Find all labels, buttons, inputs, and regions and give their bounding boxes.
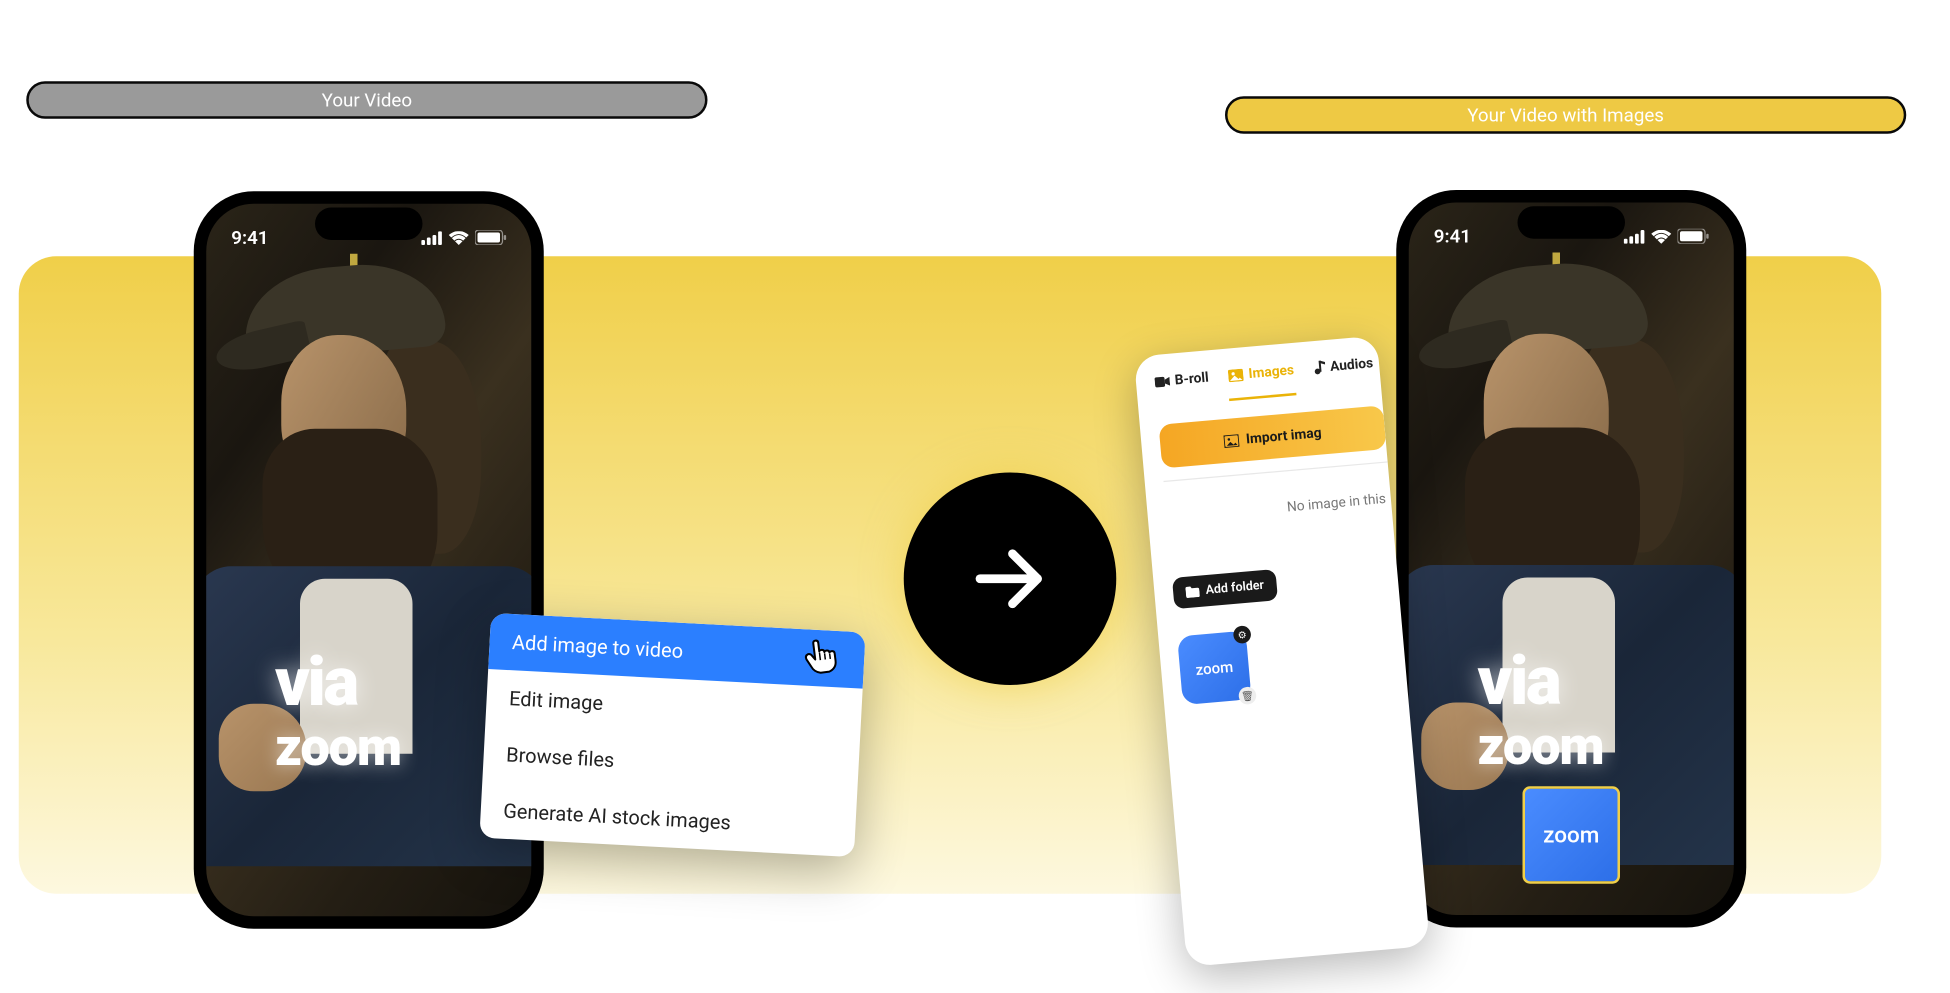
panel-tabs: B-roll Images Audios — [1154, 354, 1380, 390]
folder-plus-icon — [1185, 586, 1200, 598]
import-images-button[interactable]: Import imag — [1159, 405, 1387, 468]
overlay-text-zoom: zoom — [275, 718, 401, 779]
phone-right: 9:41 via zoom zoom — [1396, 190, 1746, 928]
menu-item-label: Browse files — [506, 743, 615, 772]
image-icon — [1228, 368, 1244, 382]
label-left-text: Your Video — [322, 89, 412, 112]
phone-screen-right: 9:41 via zoom zoom — [1409, 203, 1734, 916]
label-right-text: Your Video with Images — [1467, 104, 1664, 127]
zoom-app-label: zoom — [1195, 657, 1234, 678]
tab-audios-label: Audios — [1329, 355, 1373, 375]
zoom-logo-overlay: zoom — [1523, 786, 1621, 884]
add-folder-button[interactable]: Add folder — [1172, 569, 1278, 609]
tab-images-label: Images — [1248, 362, 1295, 382]
context-menu: Add image to video Edit image Browse fil… — [479, 613, 865, 857]
tab-audios[interactable]: Audios — [1313, 355, 1374, 376]
arrow-circle — [904, 473, 1117, 686]
battery-icon — [475, 230, 506, 245]
overlay-text-zoom: zoom — [1478, 716, 1604, 777]
trash-icon[interactable]: 🗑 — [1238, 686, 1257, 705]
menu-item-label: Generate AI stock images — [503, 799, 732, 835]
tab-underline — [1229, 393, 1296, 401]
zoom-app-thumbnail[interactable]: zoom ⚙ 🗑 — [1177, 631, 1251, 705]
phone-notch — [315, 208, 423, 241]
audio-icon — [1313, 360, 1325, 375]
video-person — [1409, 253, 1734, 753]
video-icon — [1154, 374, 1170, 388]
image-small-icon — [1223, 434, 1239, 448]
status-icons — [1624, 229, 1709, 244]
wifi-icon — [449, 231, 469, 245]
status-time: 9:41 — [231, 226, 268, 249]
signal-icon — [1624, 229, 1645, 243]
overlay-text-via: via — [1478, 643, 1560, 722]
label-your-video: Your Video — [26, 81, 707, 119]
empty-state-text: No image in this — [1166, 490, 1392, 526]
video-person — [206, 254, 531, 754]
arrow-right-icon — [965, 534, 1055, 624]
menu-item-label: Add image to video — [512, 630, 684, 663]
gear-icon[interactable]: ⚙ — [1233, 625, 1252, 644]
overlay-text-via: via — [275, 644, 357, 723]
tab-broll[interactable]: B-roll — [1154, 369, 1209, 390]
battery-icon — [1678, 229, 1709, 244]
import-button-label: Import imag — [1245, 425, 1322, 448]
wifi-icon — [1651, 229, 1671, 243]
add-folder-label: Add folder — [1205, 579, 1265, 598]
status-icons — [421, 230, 506, 245]
cursor-pointer-icon — [801, 636, 839, 685]
zoom-logo-text: zoom — [1543, 822, 1599, 848]
signal-icon — [421, 231, 442, 245]
menu-item-label: Edit image — [509, 686, 604, 715]
phone-notch — [1518, 206, 1626, 239]
label-your-video-with-images: Your Video with Images — [1225, 96, 1906, 134]
tab-images[interactable]: Images — [1228, 362, 1295, 384]
tab-broll-label: B-roll — [1174, 369, 1209, 388]
status-time: 9:41 — [1434, 225, 1471, 248]
